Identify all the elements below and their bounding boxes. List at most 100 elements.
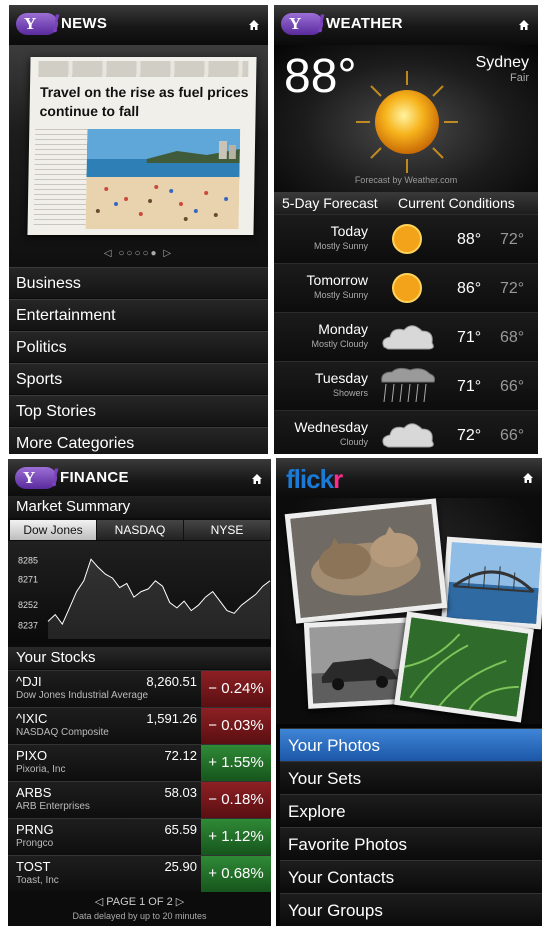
news-headline: Travel on the rise as fuel prices contin… <box>39 84 249 119</box>
stock-symbol: ^IXIC <box>16 711 48 726</box>
home-icon[interactable] <box>251 473 263 485</box>
stock-price: 65.59 <box>164 822 197 837</box>
your-stocks-title: Your Stocks <box>8 647 271 669</box>
newspaper-image[interactable]: Travel on the rise as fuel prices contin… <box>27 57 257 235</box>
forecast-credit: Forecast by Weather.com <box>354 175 458 185</box>
stock-row[interactable]: ^DJI Dow Jones Industrial Average 8,260.51… <box>8 670 271 707</box>
current-weather: 88° Sydney Fair Forecast by Weather.com <box>274 45 538 195</box>
sun-icon <box>392 224 422 254</box>
yahoo-logo: Y! <box>281 9 326 38</box>
stock-change: + 1.12% <box>201 819 271 855</box>
news-category-entertainment[interactable]: Entertainment <box>9 299 268 330</box>
photo-bridge[interactable] <box>441 536 542 630</box>
forecast-high: 88° <box>457 231 482 248</box>
tab-nyse[interactable]: NYSE <box>184 520 271 540</box>
tab-nasdaq[interactable]: NASDAQ <box>97 520 184 540</box>
forecast-high: 86° <box>457 280 482 297</box>
home-icon[interactable] <box>518 19 530 31</box>
forecast-low: 66° <box>500 378 525 395</box>
market-chart[interactable]: 8285 8271 8252 8237 <box>8 541 271 645</box>
stock-price: 72.12 <box>164 748 197 763</box>
flickr-menu-your-contacts[interactable]: Your Contacts <box>280 860 542 894</box>
stock-row[interactable]: TOST Toast, Inc 25.90 + 0.68% <box>8 855 271 892</box>
news-header: Y! NEWS <box>9 5 268 46</box>
flickr-panel: flickr Your Photos Your Sets Explore Fav… <box>276 458 542 926</box>
tab-5-day-forecast[interactable]: 5-Day Forecast <box>282 192 378 214</box>
forecast-day: Wednesday <box>294 419 368 435</box>
tab-dow-jones[interactable]: Dow Jones <box>10 520 97 540</box>
flickr-menu-favorite-photos[interactable]: Favorite Photos <box>280 827 542 861</box>
forecast-day: Today <box>330 223 368 239</box>
rain-cloud-icon <box>381 367 435 403</box>
photo-ferns[interactable] <box>394 611 534 723</box>
forecast-low: 66° <box>500 427 525 444</box>
stock-row[interactable]: ^IXIC NASDAQ Composite 1,591.26 − 0.03% <box>8 707 271 744</box>
y-tick-label: 8252 <box>18 600 38 610</box>
flickr-menu-your-photos[interactable]: Your Photos <box>280 728 542 762</box>
home-icon[interactable] <box>248 19 260 31</box>
stock-change: − 0.24% <box>201 671 271 707</box>
forecast-low: 68° <box>500 329 525 346</box>
news-category-more[interactable]: More Categories <box>9 427 268 454</box>
tab-current-conditions[interactable]: Current Conditions <box>398 192 515 214</box>
news-category-sports[interactable]: Sports <box>9 363 268 394</box>
flickr-menu-explore[interactable]: Explore <box>280 794 542 828</box>
flickr-logo: flickr <box>286 464 343 494</box>
forecast-day: Monday <box>318 321 368 337</box>
current-temperature: 88° <box>284 50 357 103</box>
stock-row[interactable]: PIXO Pixoria, Inc 72.12 + 1.55% <box>8 744 271 781</box>
flickr-menu-your-groups[interactable]: Your Groups <box>280 893 542 926</box>
news-panel: Y! NEWS Travel on the rise as fuel price… <box>9 5 268 454</box>
finance-pager[interactable]: ◁ PAGE 1 OF 2 ▷ <box>8 895 271 908</box>
forecast-high: 72° <box>457 427 482 444</box>
finance-header: Y! FINANCE <box>8 459 271 500</box>
delay-note: Data delayed by up to 20 minutes <box>72 911 207 921</box>
forecast-day: Tuesday <box>314 370 368 386</box>
finance-panel: Y! FINANCE Market Summary Dow Jones NASD… <box>8 459 271 926</box>
news-hero[interactable]: Travel on the rise as fuel prices contin… <box>9 45 268 267</box>
news-pager[interactable]: ◁ ○○○○● ▷ <box>9 248 268 259</box>
beach-photo <box>85 129 241 229</box>
news-category-business[interactable]: Business <box>9 267 268 298</box>
y-tick-label: 8237 <box>18 620 38 630</box>
stock-price: 25.90 <box>164 859 197 874</box>
flickr-menu-your-sets[interactable]: Your Sets <box>280 761 542 795</box>
home-icon[interactable] <box>522 472 534 484</box>
news-title: NEWS <box>61 15 108 32</box>
newspaper-text-lines <box>33 129 88 229</box>
stock-symbol: TOST <box>16 859 51 874</box>
photo-cats[interactable] <box>284 498 448 624</box>
news-category-top-stories[interactable]: Top Stories <box>9 395 268 426</box>
forecast-row: Tomorrow Mostly Sunny 86° 72° <box>274 263 538 313</box>
yahoo-logo: Y! <box>16 9 61 38</box>
weather-tabs: 5-Day Forecast Current Conditions <box>274 192 538 214</box>
sun-icon <box>392 273 422 303</box>
stock-symbol: PRNG <box>16 822 54 837</box>
stock-row[interactable]: PRNG Prongco 65.59 + 1.12% <box>8 818 271 855</box>
forecast-high: 71° <box>457 378 482 395</box>
weather-title: WEATHER <box>326 15 403 32</box>
forecast-row: Today Mostly Sunny 88° 72° <box>274 214 538 264</box>
forecast-low: 72° <box>500 280 525 297</box>
stock-row[interactable]: ARBS ARB Enterprises 58.03 − 0.18% <box>8 781 271 818</box>
news-category-politics[interactable]: Politics <box>9 331 268 362</box>
forecast-row: Monday Mostly Cloudy 71° 68° <box>274 312 538 362</box>
forecast-high: 71° <box>457 329 482 346</box>
yahoo-logo: Y! <box>15 463 60 492</box>
forecast-condition: Mostly Cloudy <box>311 339 368 349</box>
photo-stack[interactable] <box>276 498 542 724</box>
forecast-condition: Showers <box>332 388 368 398</box>
city-name: Sydney <box>475 54 529 71</box>
stock-change: − 0.18% <box>201 782 271 818</box>
stock-change: + 1.55% <box>201 745 271 781</box>
stock-price: 1,591.26 <box>146 711 197 726</box>
stock-name: Pixoria, Inc <box>16 764 66 775</box>
cloud-icon <box>382 423 434 448</box>
forecast-day: Tomorrow <box>306 272 368 288</box>
stock-change: + 0.68% <box>201 856 271 892</box>
index-tabs: Dow Jones NASDAQ NYSE <box>10 520 271 540</box>
stock-price: 58.03 <box>164 785 197 800</box>
market-chart-svg: 8285 8271 8252 8237 <box>18 556 271 639</box>
cloud-icon <box>382 325 434 350</box>
y-tick-label: 8271 <box>18 574 38 584</box>
